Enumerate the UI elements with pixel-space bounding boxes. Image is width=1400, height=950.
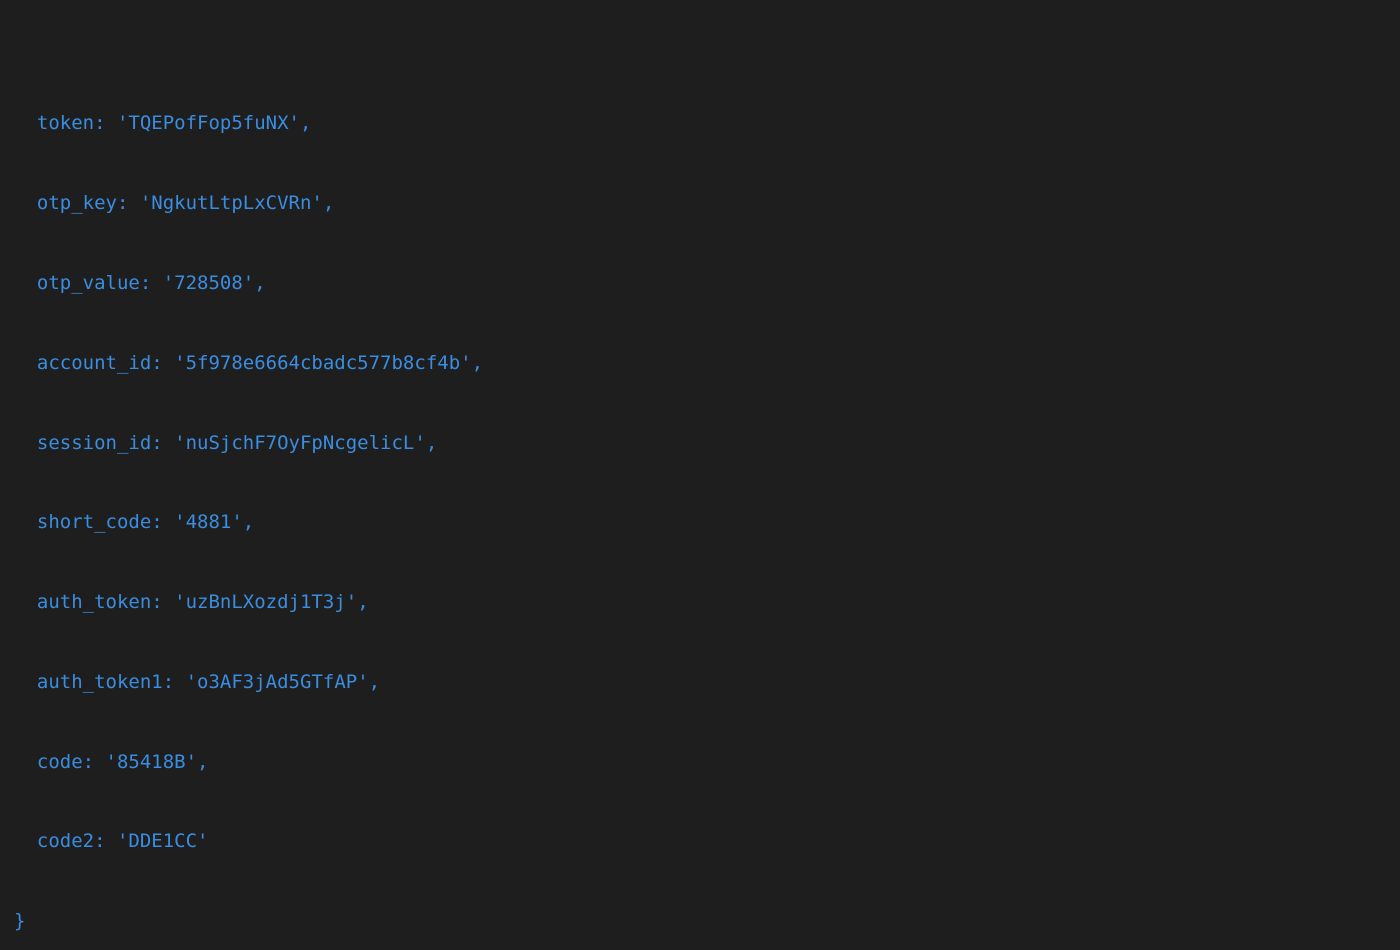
val-auth-token: 'uzBnLXozdj1T3j': [174, 591, 357, 613]
key-otp-value: otp_value: [37, 272, 140, 294]
obj-field-token: token: 'TQEPofFop5fuNX',: [14, 110, 1386, 137]
val-auth-token1: 'o3AF3jAd5GTfAP': [186, 671, 369, 693]
obj-field-otp-key: otp_key: 'NgkutLtpLxCVRn',: [14, 190, 1386, 217]
key-auth-token: auth_token: [37, 591, 151, 613]
key-session-id: session_id: [37, 432, 151, 454]
key-code: code: [37, 751, 83, 773]
val-session-id: 'nuSjchF7OyFpNcgelicL': [174, 432, 426, 454]
val-short-code: '4881': [174, 511, 243, 533]
obj-field-otp-value: otp_value: '728508',: [14, 270, 1386, 297]
obj-field-short-code: short_code: '4881',: [14, 509, 1386, 536]
val-token: 'TQEPofFop5fuNX': [117, 112, 300, 134]
val-account-id: '5f978e6664cbadc577b8cf4b': [174, 352, 471, 374]
val-otp-value: '728508': [163, 272, 255, 294]
val-otp-key: 'NgkutLtpLxCVRn': [140, 192, 323, 214]
obj-close-brace: }: [14, 908, 1386, 935]
val-code2: 'DDE1CC': [117, 830, 209, 852]
key-account-id: account_id: [37, 352, 151, 374]
key-otp-key: otp_key: [37, 192, 117, 214]
val-code: '85418B': [106, 751, 198, 773]
key-short-code: short_code: [37, 511, 151, 533]
obj-field-code: code: '85418B',: [14, 749, 1386, 776]
obj-field-auth-token: auth_token: 'uzBnLXozdj1T3j',: [14, 589, 1386, 616]
key-auth-token1: auth_token1: [37, 671, 163, 693]
terminal-output[interactable]: token: 'TQEPofFop5fuNX', otp_key: 'Ngkut…: [0, 0, 1400, 950]
obj-field-session-id: session_id: 'nuSjchF7OyFpNcgelicL',: [14, 430, 1386, 457]
obj-field-code2: code2: 'DDE1CC': [14, 828, 1386, 855]
key-code2: code2: [37, 830, 94, 852]
key-token: token: [37, 112, 94, 134]
obj-field-account-id: account_id: '5f978e6664cbadc577b8cf4b',: [14, 350, 1386, 377]
obj-field-auth-token1: auth_token1: 'o3AF3jAd5GTfAP',: [14, 669, 1386, 696]
